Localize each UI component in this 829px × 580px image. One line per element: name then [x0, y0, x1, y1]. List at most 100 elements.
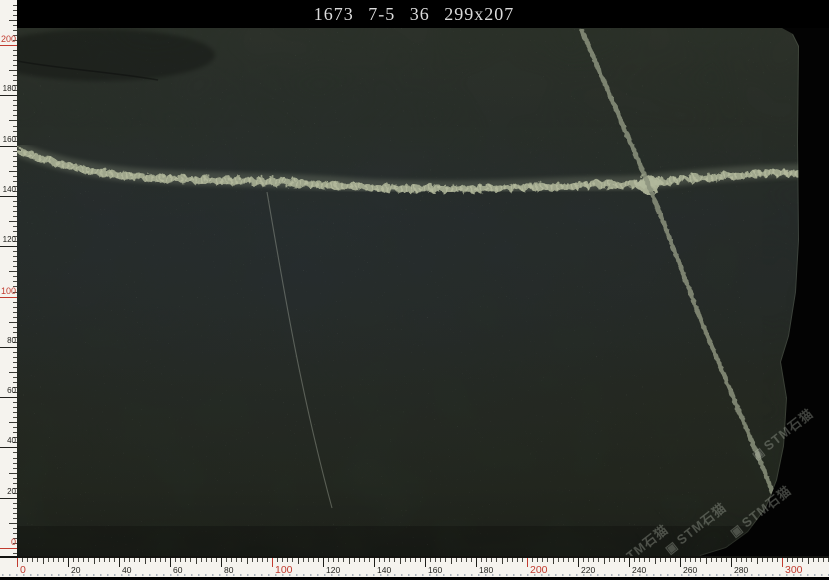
ruler-tick [13, 432, 17, 433]
ruler-tick [507, 558, 508, 562]
ruler-label: 100 [0, 286, 16, 296]
ruler-tick [13, 407, 17, 408]
ruler-tick [9, 473, 17, 474]
ruler-tick [9, 171, 17, 172]
ruler-tick [282, 558, 283, 562]
ruler-tick [440, 558, 441, 562]
ruler-tick [578, 558, 579, 567]
ruler-tick [13, 483, 17, 484]
slab-title: 1673 7-5 36 299x207 [314, 4, 533, 25]
ruler-tick [374, 558, 375, 567]
ruler-tick [9, 271, 17, 272]
ruler-tick [13, 312, 17, 313]
ruler-tick [206, 558, 207, 562]
ruler-tick [609, 558, 610, 562]
ruler-tick [813, 558, 814, 562]
ruler-tick [13, 60, 17, 61]
ruler-tick [37, 558, 38, 562]
ruler-tick [180, 558, 181, 562]
ruler-tick [420, 558, 421, 562]
ruler-label: 120 [326, 565, 340, 575]
ruler-tick [762, 558, 763, 562]
ruler-tick [690, 558, 691, 562]
ruler-tick [13, 25, 17, 26]
ruler-tick [216, 558, 217, 562]
ruler-tick [614, 558, 615, 562]
ruler-tick [665, 558, 666, 562]
ruler-tick [13, 463, 17, 464]
ruler-tick [598, 558, 599, 562]
ruler-tick [13, 100, 17, 101]
ruler-tick [13, 261, 17, 262]
ruler-tick [512, 558, 513, 562]
ruler-tick [0, 196, 17, 197]
ruler-tick [711, 558, 712, 562]
ruler-tick [435, 558, 436, 562]
ruler-tick [13, 55, 17, 56]
ruler-tick [313, 558, 314, 562]
ruler-tick [476, 558, 477, 567]
ruler-tick [150, 558, 151, 562]
ruler-tick [782, 558, 783, 567]
ruler-tick [558, 558, 559, 562]
ruler-tick [619, 558, 620, 562]
ruler-tick [13, 15, 17, 16]
ruler-tick [9, 422, 17, 423]
ruler-tick [13, 307, 17, 308]
ruler-tick [405, 558, 406, 562]
ruler-tick [292, 558, 293, 562]
ruler-tick [9, 372, 17, 373]
ruler-tick [13, 151, 17, 152]
ruler-tick [451, 558, 452, 564]
ruler-tick [787, 558, 788, 562]
slab-viewer-window: 1673 7-5 36 299x207 [0, 0, 829, 577]
ruler-tick [430, 558, 431, 562]
left-ruler: 200180160140120100806040200 [0, 0, 17, 556]
ruler-tick [63, 558, 64, 562]
ruler-tick [695, 558, 696, 562]
ruler-tick [400, 558, 401, 564]
ruler-tick [134, 558, 135, 562]
ruler-tick [236, 558, 237, 562]
ruler-label: 40 [122, 565, 131, 575]
ruler-tick [83, 558, 84, 562]
ruler-tick [17, 558, 18, 567]
ruler-tick [0, 447, 17, 448]
ruler-tick [338, 558, 339, 562]
ruler-tick [802, 558, 803, 562]
ruler-tick [9, 523, 17, 524]
ruler-tick [13, 231, 17, 232]
ruler-tick [726, 558, 727, 562]
ruler-tick [298, 558, 299, 564]
ruler-tick [241, 558, 242, 562]
ruler-tick [0, 45, 17, 46]
ruler-tick [410, 558, 411, 562]
ruler-tick [537, 558, 538, 562]
ruler-tick [323, 558, 324, 567]
ruler-tick [9, 221, 17, 222]
ruler-tick [700, 558, 701, 562]
ruler-label: 80 [0, 336, 16, 346]
ruler-tick [13, 5, 17, 6]
ruler-tick [797, 558, 798, 562]
ruler-tick [675, 558, 676, 562]
ruler-tick [13, 266, 17, 267]
ruler-label: 200 [530, 564, 548, 576]
ruler-tick [680, 558, 681, 567]
ruler-tick [389, 558, 390, 562]
ruler-tick [13, 115, 17, 116]
ruler-tick [716, 558, 717, 562]
ruler-label: 220 [581, 565, 595, 575]
ruler-tick [0, 297, 17, 298]
ruler-label: 20 [0, 487, 16, 497]
ruler-tick [369, 558, 370, 562]
ruler-tick [13, 513, 17, 514]
ruler-tick [13, 50, 17, 51]
ruler-tick [267, 558, 268, 562]
ruler-tick [757, 558, 758, 564]
ruler-tick [415, 558, 416, 562]
ruler-tick [13, 508, 17, 509]
ruler-tick [160, 558, 161, 562]
ruler-tick [333, 558, 334, 562]
ruler-tick [170, 558, 171, 567]
